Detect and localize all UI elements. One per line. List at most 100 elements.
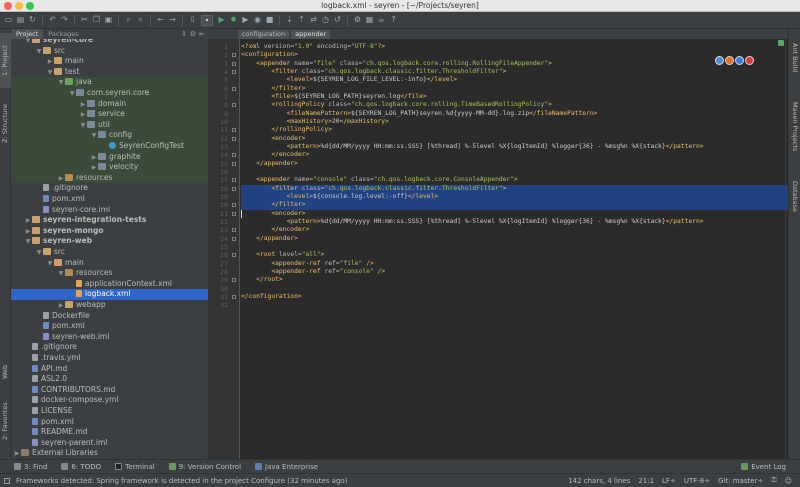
save-all-icon[interactable]: ▤ [15,15,26,26]
tree-item[interactable]: .gitignore [11,342,208,353]
code-line[interactable]: <appender-ref ref="file" /> [241,260,788,268]
undo-icon[interactable]: ↶ [47,15,58,26]
code-line[interactable]: <encoder> [241,210,788,218]
copy-icon[interactable]: ❐ [91,15,102,26]
code-line[interactable]: <maxHistory>20</maxHistory> [241,118,788,126]
code-line[interactable]: <appender name="console" class="ch.qos.l… [241,176,788,184]
tree-item[interactable]: ▶ seyren-mongo [11,226,208,237]
fold-marker-icon[interactable] [232,61,236,66]
line-number[interactable]: 3 [208,60,228,68]
line-number[interactable]: 28 [208,268,228,276]
code-line[interactable]: <?xml version="1.0" encoding="UTF-8"?> [241,43,788,51]
code-line[interactable]: <level>${SEYREN_LOG_FILE_LEVEL:-info}</l… [241,76,788,84]
tree-item[interactable]: ▼ src [11,247,208,258]
fold-marker-icon[interactable] [232,294,236,299]
fold-marker-icon[interactable] [232,253,236,258]
line-number[interactable]: 23 [208,226,228,234]
line-number[interactable]: 32 [208,301,228,309]
fold-marker-icon[interactable] [232,69,236,74]
tree-item[interactable]: ASL2.0 [11,374,208,385]
tree-item[interactable]: seyren-parent.iml [11,438,208,449]
tree-item[interactable]: Dockerfile [11,311,208,322]
code-line[interactable]: </encoder> [241,226,788,234]
vcs-commit-icon[interactable]: ⇡ [296,15,307,26]
code-line[interactable]: <fileNamePattern>${SEYREN_LOG_PATH}seyre… [241,110,788,118]
tree-item[interactable]: CONTRIBUTORS.md [11,385,208,396]
line-number[interactable]: 6 [208,85,228,93]
inspector-icon[interactable]: ☺ [785,477,792,485]
fold-marker-icon[interactable] [232,161,236,166]
tree-item[interactable]: ▶ main [11,56,208,67]
inspection-ok-icon[interactable] [778,40,784,46]
favorites-tool-tab[interactable]: 2: Favorites [0,394,11,449]
tree-item[interactable]: ▶ service [11,109,208,120]
settings-icon[interactable]: ⚙ [352,15,363,26]
fold-marker-icon[interactable] [232,228,236,233]
open-folder-icon[interactable]: ▭ [3,15,14,26]
code-line[interactable] [241,243,788,251]
caret-position[interactable]: 21:1 [638,477,654,485]
tree-item[interactable]: API.md [11,364,208,375]
tree-item[interactable]: ▼ test [11,67,208,78]
fold-marker-icon[interactable] [232,136,236,141]
zoom-window-button[interactable] [26,2,34,10]
file-encoding[interactable]: UTF-8÷ [684,477,710,485]
tree-item[interactable]: ▶ resources [11,172,208,184]
project-structure-icon[interactable]: ▦ [364,15,375,26]
code-line[interactable]: </filter> [241,201,788,210]
line-number[interactable]: 10 [208,118,228,126]
line-number[interactable]: 7 [208,93,228,101]
tree-item[interactable]: ▼ main [11,258,208,269]
tree-item[interactable]: seyren-core.iml [11,205,208,216]
tree-item[interactable]: ▶ External Libraries [11,448,208,459]
fold-marker-icon[interactable] [232,278,236,283]
fold-marker-icon[interactable] [232,103,236,108]
tree-item[interactable]: ▼ java [11,77,208,88]
line-number[interactable]: 27 [208,260,228,268]
tree-item[interactable]: SeyrenConfigTest [11,141,208,152]
vcs-revert-icon[interactable]: ↺ [332,15,343,26]
line-number[interactable]: 15 [208,160,228,168]
line-number[interactable]: 8 [208,101,228,109]
line-number[interactable]: 13 [208,143,228,151]
line-number[interactable]: 9 [208,110,228,118]
tree-item[interactable]: logback.xml [11,289,208,300]
tree-item[interactable]: ▼ config [11,130,208,141]
tree-item[interactable]: ▼ seyren-web [11,236,208,247]
coverage-icon[interactable]: ▶ [240,15,251,26]
tree-item[interactable]: docker-compose.yml [11,395,208,406]
code-line[interactable]: </filter> [241,85,788,93]
line-number[interactable]: 12 [208,135,228,143]
opera-icon[interactable] [745,56,754,65]
tree-item[interactable]: ▼ seyren-core [11,39,208,46]
fold-marker-icon[interactable] [232,203,236,208]
code-line[interactable]: </root> [241,276,788,284]
code-line[interactable]: <root level="all"> [241,251,788,259]
tree-item[interactable]: ▼ util [11,119,208,131]
tree-item[interactable]: pom.xml [11,417,208,428]
line-number[interactable]: 5 [208,76,228,84]
web-tool-tab[interactable]: Web [0,359,11,384]
code-line[interactable]: <filter class="ch.qos.logback.classic.fi… [241,68,788,76]
maven-projects-tool-tab[interactable]: Maven Projects [789,89,800,164]
event-log-tool-button[interactable]: Event Log [741,463,786,471]
fold-marker-icon[interactable] [232,236,236,241]
status-panel-toggle-icon[interactable] [4,477,10,484]
code-line[interactable]: </configuration> [241,293,788,301]
forward-icon[interactable]: → [167,15,178,26]
stop-icon[interactable]: ■ [264,15,275,26]
code-line[interactable]: <pattern>%d{dd/MM/yyyy HH:mm:ss.SSS} [%t… [241,143,788,151]
chrome-icon[interactable] [715,56,724,65]
fold-marker-icon[interactable] [232,53,236,58]
tree-item[interactable]: .gitignore [11,183,208,194]
project-tool-tab[interactable]: 1: Project [0,33,11,88]
line-number[interactable]: 20 [208,201,228,209]
tab-packages[interactable]: Packages [43,29,83,39]
tree-item[interactable]: README.md [11,427,208,438]
line-number[interactable]: 29 [208,276,228,284]
vcs-compare-icon[interactable]: ⇄ [308,15,319,26]
fold-marker-icon[interactable] [232,153,236,158]
find-tool-button[interactable]: 3: Find [14,463,47,471]
tree-item[interactable]: .travis.yml [11,353,208,364]
vcs-history-icon[interactable]: ◷ [320,15,331,26]
